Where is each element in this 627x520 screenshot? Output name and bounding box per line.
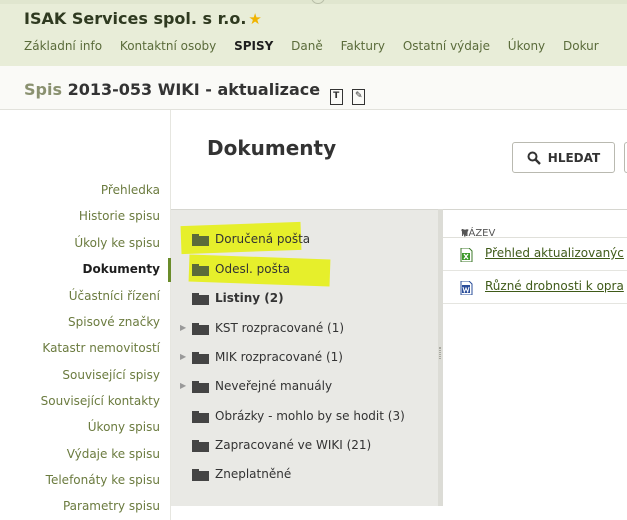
nav-item-dokumenty[interactable]: Dokumenty xyxy=(83,262,160,276)
company-name-text: ISAK Services spol. s r.o. xyxy=(24,9,247,28)
nav-item-ucastnici-rizeni[interactable]: Účastníci řízení xyxy=(69,289,160,303)
folder-label: Doručená pošta xyxy=(215,232,311,246)
expand-arrow-icon[interactable]: ▶ xyxy=(180,381,186,390)
resize-grip-icon xyxy=(439,347,441,359)
app-header: ISAK Services spol. s r.o. ★ Základní inf… xyxy=(0,0,627,66)
folder-icon xyxy=(192,352,209,364)
folder-item-zapracovane-ve-wiki[interactable]: Zapracované ve WIKI (21) xyxy=(171,436,438,456)
tab-dokumenty[interactable]: Dokur xyxy=(563,39,599,53)
folder-icon xyxy=(192,381,209,393)
nav-item-katastr-nemovitosti[interactable]: Katastr nemovitostí xyxy=(42,341,160,355)
folder-item-mik-rozpracovane[interactable]: ▶ MIK rozpracované (1) xyxy=(171,348,438,368)
search-button-label: HLEDAT xyxy=(547,150,601,165)
tab-ostatni-vydaje[interactable]: Ostatní výdaje xyxy=(403,39,490,53)
document-list: NÁZEV ▼ Přehled aktualizovanýc Různé dro… xyxy=(443,209,627,506)
tab-kontaktni-osoby[interactable]: Kontaktní osoby xyxy=(120,39,216,53)
export-icon[interactable]: T xyxy=(329,89,343,105)
spis-name: 2013-053 WIKI - aktualizace xyxy=(67,80,321,99)
nav-item-souvisejici-kontakty[interactable]: Související kontakty xyxy=(41,394,160,408)
tab-zakladni-info[interactable]: Základní info xyxy=(24,39,102,53)
nav-item-historie-spisu[interactable]: Historie spisu xyxy=(79,209,160,223)
folder-label: KST rozpracované (1) xyxy=(215,321,345,335)
excel-file-icon xyxy=(460,247,473,263)
company-name: ISAK Services spol. s r.o. ★ xyxy=(24,9,262,28)
folder-icon xyxy=(192,440,209,452)
main-tabs: Základní info Kontaktní osoby SPISY Daně… xyxy=(24,39,613,59)
nav-item-ukoly-ke-spisu[interactable]: Úkoly ke spisu xyxy=(74,236,160,250)
list-item[interactable]: Různé drobnosti k opra xyxy=(443,272,627,304)
folder-item-dorucena-posta[interactable]: Doručená pošta xyxy=(171,230,438,250)
nav-item-vydaje-ke-spisu[interactable]: Výdaje ke spisu xyxy=(67,447,160,461)
export-icon-letter: T xyxy=(333,91,340,101)
folder-item-odesl-posta[interactable]: Odesl. pošta xyxy=(171,260,438,280)
folder-item-zneplatnene[interactable]: Zneplatněné xyxy=(171,465,438,485)
search-icon xyxy=(527,151,541,165)
column-header-nazev[interactable]: NÁZEV ▼ xyxy=(443,210,627,239)
list-item[interactable]: Přehled aktualizovanýc xyxy=(443,239,627,271)
folder-icon xyxy=(192,323,209,335)
spis-prefix: Spis xyxy=(24,80,62,99)
spis-title-bar: Spis 2013-053 WIKI - aktualizace T ✎ xyxy=(0,66,627,110)
folder-item-kst-rozpracovane[interactable]: ▶ KST rozpracované (1) xyxy=(171,319,438,339)
folder-item-obrazky[interactable]: Obrázky - mohlo by se hodit (3) xyxy=(171,407,438,427)
sort-down-icon: ▼ xyxy=(461,228,469,239)
folder-icon xyxy=(192,264,209,276)
tab-spisy[interactable]: SPISY xyxy=(234,39,273,53)
folder-icon xyxy=(192,293,209,305)
document-link[interactable]: Různé drobnosti k opra xyxy=(485,279,624,293)
search-button[interactable]: HLEDAT xyxy=(512,142,615,173)
spis-sidebar: Přehledka Historie spisu Úkoly ke spisu … xyxy=(0,110,171,520)
folder-icon xyxy=(192,469,209,481)
tab-faktury[interactable]: Faktury xyxy=(341,39,385,53)
folder-icon xyxy=(192,234,209,246)
folder-label: Neveřejné manuály xyxy=(215,379,333,393)
nav-item-prehledka[interactable]: Přehledka xyxy=(101,183,160,197)
folder-label: Listiny (2) xyxy=(215,291,284,305)
tab-ukony[interactable]: Úkony xyxy=(508,39,545,53)
tab-dane[interactable]: Daně xyxy=(291,39,323,53)
folder-label: Obrázky - mohlo by se hodit (3) xyxy=(215,409,405,423)
bottom-strip xyxy=(171,506,627,520)
folder-label: Zneplatněné xyxy=(215,467,292,481)
page-title: Dokumenty xyxy=(207,136,337,160)
expand-arrow-icon[interactable]: ▶ xyxy=(180,323,186,332)
folder-item-neverejne-manualy[interactable]: ▶ Neveřejné manuály xyxy=(171,377,438,397)
star-icon[interactable]: ★ xyxy=(248,10,261,28)
folder-label: Zapracované ve WIKI (21) xyxy=(215,438,372,452)
nav-item-telefonaty-ke-spisu[interactable]: Telefonáty ke spisu xyxy=(46,473,160,487)
nav-item-ukony-spisu[interactable]: Úkony spisu xyxy=(88,420,160,434)
spis-title: Spis 2013-053 WIKI - aktualizace T ✎ xyxy=(24,80,366,105)
folder-label: Odesl. pošta xyxy=(215,262,290,276)
edit-icon-glyph: ✎ xyxy=(355,91,363,101)
nav-item-spisove-znacky[interactable]: Spisové značky xyxy=(68,315,160,329)
folder-item-listiny[interactable]: Listiny (2) xyxy=(171,289,438,309)
folder-tree: Doručená pošta Odesl. pošta Listiny (2) … xyxy=(171,209,442,506)
document-link[interactable]: Přehled aktualizovanýc xyxy=(485,246,624,260)
folder-icon xyxy=(192,411,209,423)
nav-item-parametry-spisu[interactable]: Parametry spisu xyxy=(63,499,160,513)
nav-item-souvisejici-spisy[interactable]: Související spisy xyxy=(62,368,160,382)
word-file-icon xyxy=(460,280,473,296)
expand-arrow-icon[interactable]: ▶ xyxy=(180,352,186,361)
edit-icon[interactable]: ✎ xyxy=(352,89,366,105)
folder-label: MIK rozpracované (1) xyxy=(215,350,343,364)
